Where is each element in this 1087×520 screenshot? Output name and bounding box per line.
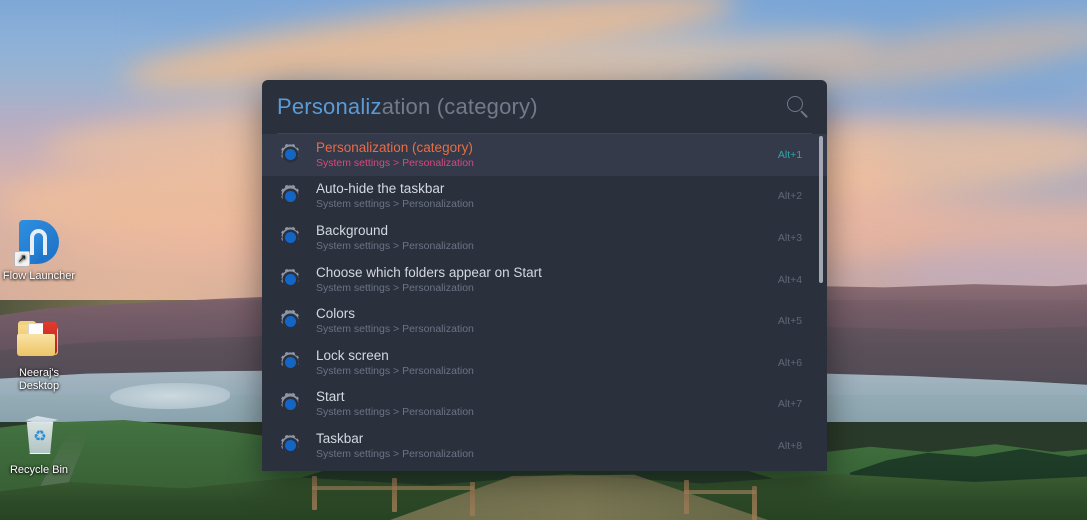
result-text: Lock screen System settings > Personaliza… — [316, 348, 763, 378]
result-title: Taskbar — [316, 430, 364, 446]
result-subtitle: System settings > Personalization — [316, 406, 474, 419]
result-row[interactable]: Colors System settings > Personalization A… — [262, 300, 827, 342]
result-title: Personalization (category) — [316, 140, 763, 156]
result-title: Background — [316, 222, 389, 238]
desktop-icon-flow-launcher[interactable]: ↗ Flow Launcher — [2, 218, 76, 283]
settings-gear-icon — [277, 350, 303, 376]
wallpaper-fence-rail — [312, 486, 474, 490]
result-subtitle: System settings > Personalization — [316, 157, 763, 170]
wallpaper-fence-rail — [684, 490, 756, 494]
result-row[interactable]: Personalization (category) System setting… — [262, 134, 827, 176]
result-text: Choose which folders appear on Start Syst… — [316, 265, 763, 295]
settings-gear-icon — [277, 183, 303, 209]
wallpaper-small-lake — [110, 383, 230, 409]
result-hotkey: Alt+3 — [777, 231, 803, 244]
wallpaper-fence-post — [392, 478, 397, 512]
settings-gear-icon — [277, 308, 303, 334]
result-title: Start — [316, 389, 345, 405]
result-hotkey: Alt+1 — [777, 148, 803, 161]
result-subtitle: System settings > Personalization — [316, 323, 474, 336]
shortcut-arrow-icon: ↗ — [14, 251, 30, 267]
settings-gear-icon — [277, 142, 303, 168]
result-hotkey: Alt+2 — [777, 190, 803, 203]
recycle-bin-icon: ♻ — [15, 412, 63, 460]
flow-launcher-logo-icon: ↗ — [14, 218, 63, 267]
result-text: Taskbar System settings > Personalization — [316, 431, 763, 461]
search-autocomplete-suggestion: ation (category) — [381, 93, 538, 119]
wallpaper-fence-post — [684, 480, 689, 514]
result-subtitle: System settings > Personalization — [316, 198, 474, 211]
settings-gear-icon — [277, 433, 303, 459]
search-bar[interactable]: Personalization (category) — [262, 80, 827, 133]
desktop-icon-label: Recycle Bin — [9, 464, 69, 476]
result-subtitle: System settings > Personalization — [316, 447, 474, 460]
result-subtitle: System settings > Personalization — [316, 239, 474, 252]
results-list[interactable]: Personalization (category) System setting… — [262, 134, 827, 471]
settings-gear-icon — [277, 225, 303, 251]
result-text: Colors System settings > Personalization — [316, 306, 763, 336]
result-hotkey: Alt+4 — [777, 273, 803, 286]
result-hotkey: Alt+6 — [777, 356, 803, 369]
result-row[interactable]: Lock screen System settings > Personaliza… — [262, 342, 827, 384]
result-title: Lock screen — [316, 347, 389, 363]
desktop-icon-neerajs-desktop[interactable]: Neeraj's Desktop — [2, 315, 76, 393]
result-title: Colors — [316, 306, 356, 322]
wallpaper-fence-post — [312, 476, 317, 510]
result-text: Personalization (category) System setting… — [316, 140, 763, 170]
settings-gear-icon — [277, 267, 303, 293]
result-row[interactable]: Taskbar System settings > Personalization… — [262, 425, 827, 467]
result-text: Background System settings > Personalizat… — [316, 223, 763, 253]
desktop-icon-recycle-bin[interactable]: ♻ Recycle Bin — [2, 412, 76, 477]
result-text: Auto-hide the taskbar System settings > P… — [316, 181, 763, 211]
result-title: Auto-hide the taskbar — [316, 181, 445, 197]
desktop-icon-label: Flow Launcher — [2, 270, 76, 282]
result-text: Start System settings > Personalization — [316, 389, 763, 419]
result-hotkey: Alt+5 — [777, 315, 803, 328]
desktop-icon-label: Neeraj's Desktop — [18, 367, 60, 392]
result-subtitle: System settings > Personalization — [316, 364, 474, 377]
result-row[interactable]: Start System settings > Personalization Al… — [262, 384, 827, 426]
search-typed-text: Personaliz — [277, 93, 382, 119]
result-subtitle: System settings > Personalization — [316, 281, 474, 294]
scrollbar-thumb[interactable] — [819, 136, 823, 283]
search-input[interactable]: Personalization (category) — [277, 94, 785, 120]
settings-gear-icon — [277, 391, 303, 417]
result-row[interactable]: Background System settings > Personalizat… — [262, 217, 827, 259]
result-title: Choose which folders appear on Start — [316, 264, 542, 280]
flow-launcher-window[interactable]: Personalization (category) Personalizati… — [262, 80, 827, 471]
folder-icon — [15, 315, 63, 363]
result-row[interactable]: Auto-hide the taskbar System settings > P… — [262, 176, 827, 218]
result-row[interactable]: Choose which folders appear on Start Syst… — [262, 259, 827, 301]
results-scrollbar[interactable] — [819, 136, 823, 469]
result-hotkey: Alt+8 — [777, 439, 803, 452]
result-hotkey: Alt+7 — [777, 398, 803, 411]
magnifier-icon[interactable] — [785, 94, 811, 120]
